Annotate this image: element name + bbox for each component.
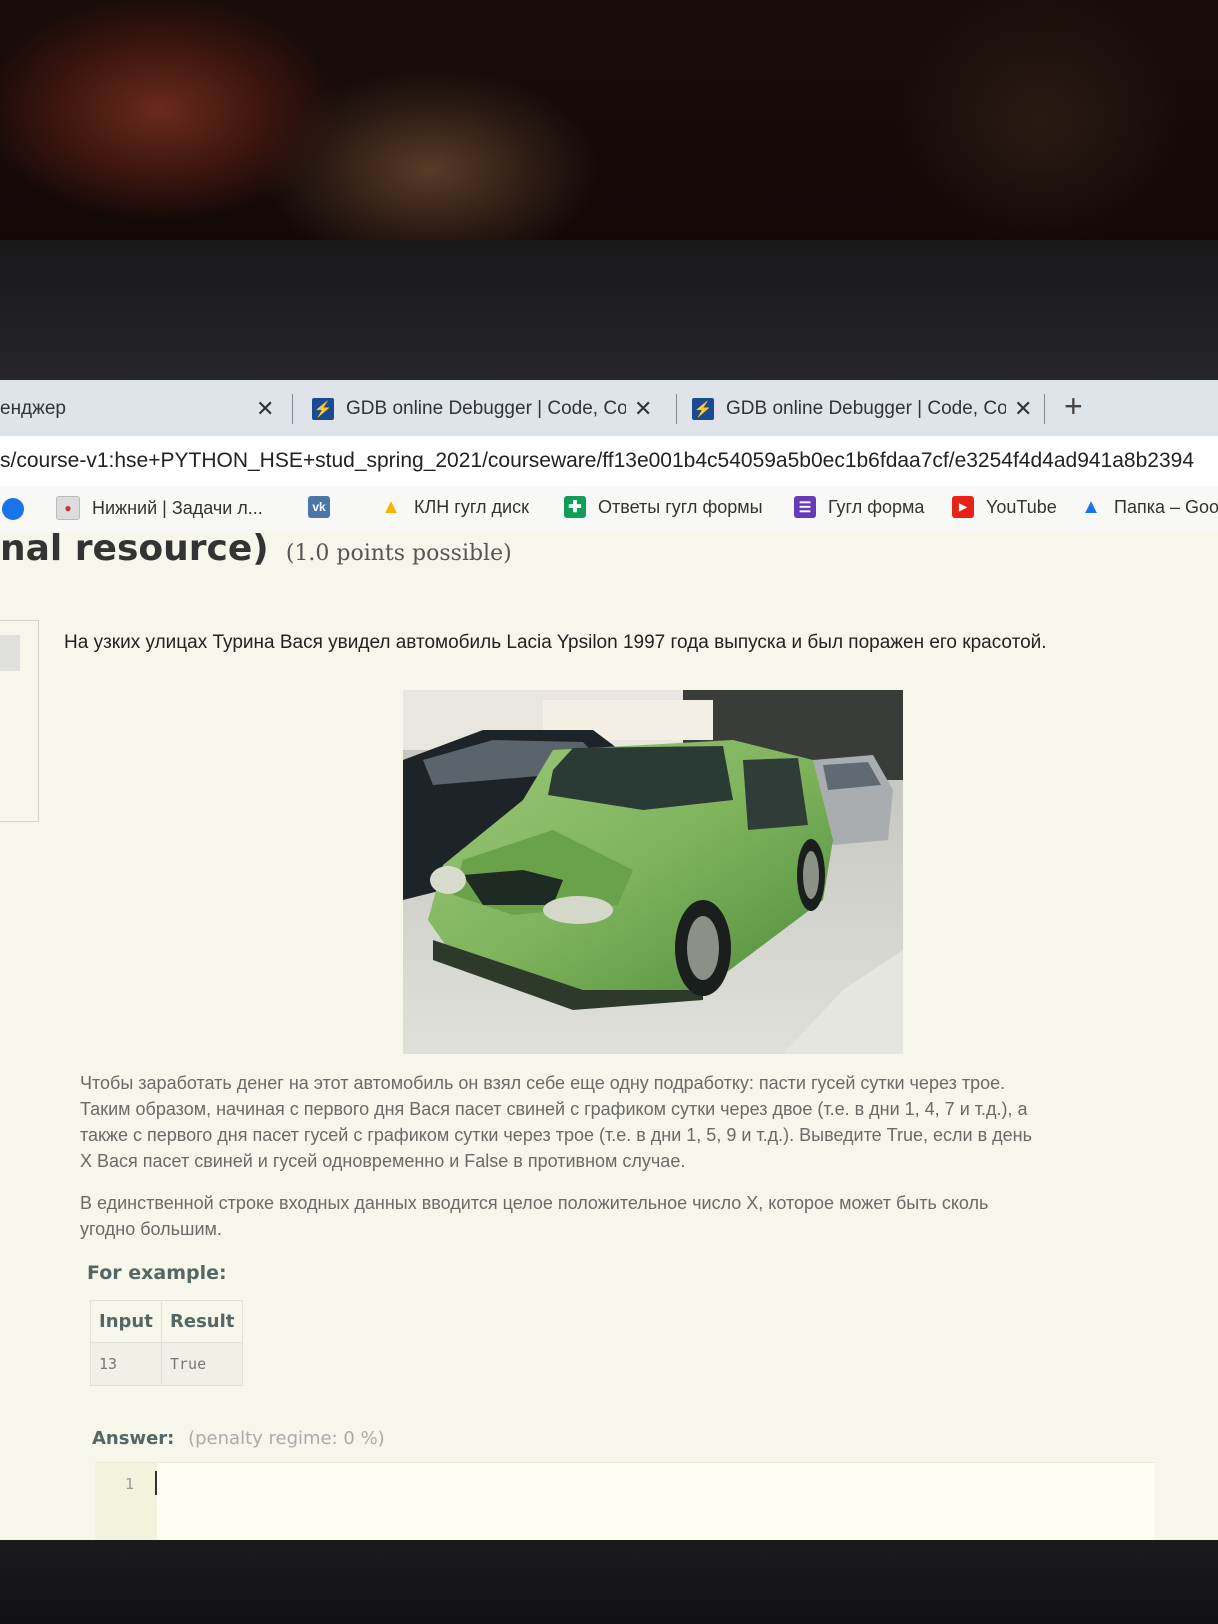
- bookmark-google-form[interactable]: ☰ Гугл форма: [794, 496, 924, 518]
- paragraph-line: Чтобы заработать денег на этот автомобил…: [80, 1073, 1006, 1093]
- bookmark-label: YouTube: [986, 496, 1057, 517]
- answer-code-editor[interactable]: 1: [95, 1462, 1155, 1545]
- car-photo: [403, 690, 903, 1054]
- panel-tab[interactable]: [0, 635, 20, 671]
- youtube-icon: ▶: [952, 496, 974, 518]
- paragraph-line: X Вася пасет свиней и гусей одновременно…: [80, 1151, 686, 1171]
- problem-intro: На узких улицах Турина Вася увидел автом…: [64, 632, 1047, 653]
- tab-1[interactable]: енджер ✕: [0, 386, 280, 432]
- text-cursor: [155, 1471, 157, 1495]
- nizhny-icon: ●: [56, 496, 80, 520]
- paragraph-line: Таким образом, начиная с первого дня Вас…: [80, 1099, 1028, 1119]
- tab-2-label: GDB online Debugger | Code, Co: [346, 398, 626, 419]
- example-input-cell: 13: [90, 1342, 162, 1386]
- answer-label: Answer:: [92, 1428, 175, 1449]
- bookmark-label: КЛН гугл диск: [414, 496, 529, 517]
- google-forms-icon: ☰: [794, 496, 816, 518]
- paragraph-line: также с первого дня пасет гусей с график…: [80, 1125, 1032, 1145]
- bookmark-vk[interactable]: vk: [308, 496, 342, 518]
- tab-1-close-icon[interactable]: ✕: [256, 396, 274, 422]
- editor-gutter: 1: [95, 1463, 157, 1545]
- paragraph-line: угодно большим.: [80, 1219, 222, 1239]
- table-row: 13 True: [90, 1342, 244, 1386]
- bookmarks-bar: ● Нижний | Задачи л... vk ▲ КЛН гугл дис…: [0, 486, 1218, 532]
- tab-3-label: GDB online Debugger | Code, Co: [726, 398, 1006, 419]
- google-sheets-icon: ✚: [564, 496, 586, 518]
- tab-2[interactable]: ⚡ GDB online Debugger | Code, Co ✕: [312, 386, 662, 432]
- bookmark-youtube[interactable]: ▶ YouTube: [952, 496, 1057, 518]
- table-header-row: Input Result: [90, 1300, 244, 1343]
- tab-separator: [292, 394, 293, 424]
- tab-3-close-icon[interactable]: ✕: [1014, 396, 1032, 422]
- line-number: 1: [125, 1475, 135, 1493]
- problem-paragraph-2: В единственной строке входных данных вво…: [80, 1190, 1170, 1242]
- tab-separator: [676, 394, 677, 424]
- bookmark-answers-forms[interactable]: ✚ Ответы гугл формы: [564, 496, 763, 518]
- problem-paragraph-1: Чтобы заработать денег на этот автомобил…: [80, 1070, 1170, 1174]
- tab-3[interactable]: ⚡ GDB online Debugger | Code, Co ✕: [692, 386, 1042, 432]
- bookmark-nizhny[interactable]: ● Нижний | Задачи л...: [56, 496, 263, 520]
- url-text: s/course-v1:hse+PYTHON_HSE+stud_spring_2…: [0, 449, 1194, 472]
- browser-window: енджер ✕ ⚡ GDB online Debugger | Code, C…: [0, 380, 1218, 1545]
- vk-icon: vk: [308, 496, 330, 518]
- example-result-cell: True: [160, 1342, 244, 1386]
- tab-separator: [1044, 394, 1045, 424]
- bookmark-label: Гугл форма: [828, 496, 925, 517]
- paragraph-line: В единственной строке входных данных вво…: [80, 1193, 989, 1213]
- tab-bar: енджер ✕ ⚡ GDB online Debugger | Code, C…: [0, 380, 1218, 436]
- tab-1-label: енджер: [0, 398, 66, 419]
- new-tab-button[interactable]: +: [1064, 388, 1083, 425]
- google-drive-icon: ▲: [381, 495, 401, 518]
- example-label: For example:: [87, 1262, 227, 1284]
- tab-2-close-icon[interactable]: ✕: [634, 396, 652, 422]
- left-side-panel: [0, 620, 39, 822]
- answer-header: Answer: (penalty regime: 0 %): [92, 1428, 385, 1449]
- google-drive-icon: ▲: [1081, 495, 1101, 518]
- bookmark-label: Нижний | Задачи л...: [92, 497, 263, 518]
- laptop-bezel-top: [0, 240, 1218, 390]
- problem-heading: nal resource) (1.0 points possible): [0, 528, 512, 569]
- lightning-icon: ⚡: [692, 398, 714, 420]
- address-bar[interactable]: s/course-v1:hse+PYTHON_HSE+stud_spring_2…: [0, 436, 1218, 486]
- laptop-bezel-bottom: [0, 1540, 1218, 1624]
- bookmark-kln-drive[interactable]: ▲ КЛН гугл диск: [380, 496, 529, 518]
- lightning-icon: ⚡: [312, 398, 334, 420]
- bookmark-label: Папка – Goog: [1114, 496, 1218, 517]
- column-header-result: Result: [160, 1300, 244, 1343]
- bookmark-folder-drive[interactable]: ▲ Папка – Goog: [1080, 496, 1218, 518]
- column-header-input: Input: [90, 1300, 162, 1343]
- points-possible: (1.0 points possible): [285, 541, 512, 566]
- bookmark-label: Ответы гугл формы: [598, 496, 763, 517]
- penalty-regime: (penalty regime: 0 %): [188, 1428, 385, 1449]
- chat-icon[interactable]: [2, 498, 24, 520]
- example-table: Input Result 13 True: [90, 1300, 244, 1386]
- page-title: nal resource): [0, 528, 269, 569]
- room-background: [0, 0, 1218, 260]
